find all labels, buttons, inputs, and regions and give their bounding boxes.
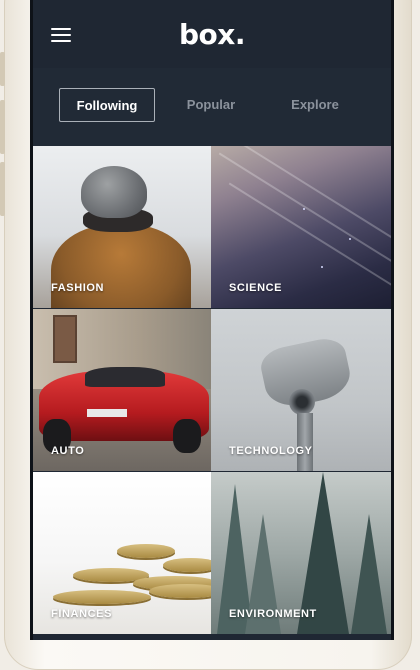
science-image-star: [349, 238, 351, 240]
tab-bar: Following Popular Explore: [33, 68, 391, 146]
science-image-streak: [218, 152, 391, 282]
finances-image-coin: [149, 584, 211, 598]
app-header: box.: [33, 0, 391, 69]
tab-explore[interactable]: Explore: [267, 88, 363, 122]
tab-popular[interactable]: Popular: [163, 88, 259, 122]
auto-image-wheel: [173, 419, 201, 453]
phone-volume-down: [0, 162, 5, 216]
fashion-image: [51, 224, 191, 308]
auto-image-glass: [85, 367, 165, 387]
category-label: FASHION: [51, 282, 105, 294]
auto-image-plate: [87, 409, 127, 417]
fashion-image-hat: [81, 166, 147, 218]
phone-volume-up: [0, 100, 5, 154]
category-tile-environment[interactable]: ENVIRONMENT: [211, 472, 391, 634]
auto-image-window: [53, 315, 77, 363]
category-tile-science[interactable]: SCIENCE: [211, 146, 391, 308]
science-image-star: [303, 208, 305, 210]
app-screen: box. Following Popular Explore FASHION S…: [30, 0, 394, 640]
science-image: [211, 146, 391, 252]
finances-image-coin: [53, 590, 151, 604]
finances-image-coin: [163, 558, 211, 572]
app-logo: box.: [179, 18, 245, 51]
technology-image-lens: [289, 389, 315, 415]
category-tile-finances[interactable]: FINANCES: [33, 472, 211, 634]
category-tile-fashion[interactable]: FASHION: [33, 146, 211, 308]
category-label: ENVIRONMENT: [229, 608, 317, 620]
category-label: SCIENCE: [229, 282, 283, 294]
category-label: FINANCES: [51, 608, 113, 620]
category-tile-technology[interactable]: TECHNOLOGY: [211, 309, 391, 471]
category-tile-auto[interactable]: AUTO: [33, 309, 211, 471]
tab-following[interactable]: Following: [59, 88, 155, 122]
environment-image-tree: [351, 514, 387, 634]
finances-image: [117, 544, 175, 558]
category-label: AUTO: [51, 445, 85, 457]
category-label: TECHNOLOGY: [229, 445, 313, 457]
technology-image-post: [297, 413, 313, 471]
science-image-star: [321, 266, 323, 268]
phone-side-button: [0, 52, 5, 86]
